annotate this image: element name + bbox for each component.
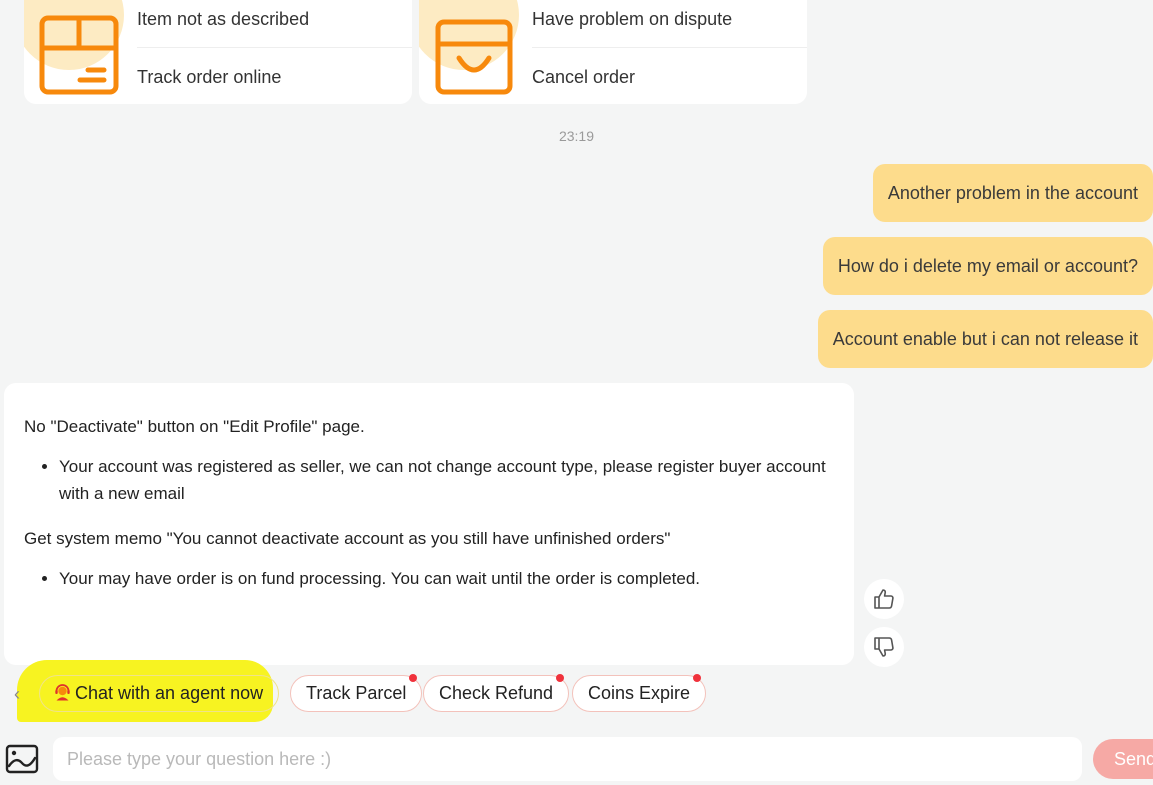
shortcut-card-right: Have problem on dispute Cancel order [419,0,807,104]
dislike-button[interactable] [864,627,904,667]
chip-label: Track Parcel [306,683,407,703]
user-message-bubble: How do i delete my email or account? [822,237,1153,295]
link-track-order-online[interactable]: Track order online [137,48,412,96]
chip-label: Coins Expire [588,683,691,703]
shortcut-links-right: Have problem on dispute Cancel order [532,0,807,96]
shortcut-card-left: Item not as described Track order online [24,0,412,104]
shortcut-links-left: Item not as described Track order online [137,0,412,96]
chat-with-agent-button[interactable]: Chat with an agent now [39,675,280,712]
check-refund-chip[interactable]: Check Refund [423,674,570,712]
track-parcel-chip[interactable]: Track Parcel [290,674,423,712]
chat-message-input[interactable] [53,737,1082,781]
bot-paragraph: No "Deactivate" button on "Edit Profile"… [24,417,365,436]
notification-dot [693,674,702,682]
agent-chip-label: Chat with an agent now [75,683,264,703]
send-button[interactable]: Send [1093,739,1153,779]
user-message-bubble: Another problem in the account [872,164,1153,222]
coins-expire-chip[interactable]: Coins Expire [572,674,707,712]
thumbs-up-icon [874,589,894,609]
shopping-bag-icon [435,19,513,95]
bot-bullet-list: Your may have order is on fund processin… [59,565,834,592]
bot-paragraph: Get system memo "You cannot deactivate a… [24,529,671,548]
support-agent-icon [55,684,70,701]
package-box-icon [39,15,119,95]
notification-dot [556,674,565,682]
bot-bullet-item: Your may have order is on fund processin… [59,565,834,592]
bot-bullet-item: Your account was registered as seller, w… [59,453,834,507]
thumbs-down-icon [874,637,894,657]
image-upload-icon[interactable] [5,744,39,774]
link-have-problem-on-dispute[interactable]: Have problem on dispute [532,0,807,48]
link-cancel-order[interactable]: Cancel order [532,48,807,96]
notification-dot [409,674,418,682]
bot-message-bubble: No "Deactivate" button on "Edit Profile"… [4,383,854,665]
chevron-left-icon[interactable]: ‹ [14,684,20,705]
quick-reply-row: ‹ Chat with an agent now Track Parcel Ch… [0,660,1153,722]
like-button[interactable] [864,579,904,619]
user-message-bubble: Account enable but i can not release it [817,310,1153,368]
link-item-not-as-described[interactable]: Item not as described [137,0,412,48]
message-timestamp: 23:19 [558,128,595,144]
chip-label: Check Refund [439,683,554,703]
bot-bullet-list: Your account was registered as seller, w… [59,453,834,507]
